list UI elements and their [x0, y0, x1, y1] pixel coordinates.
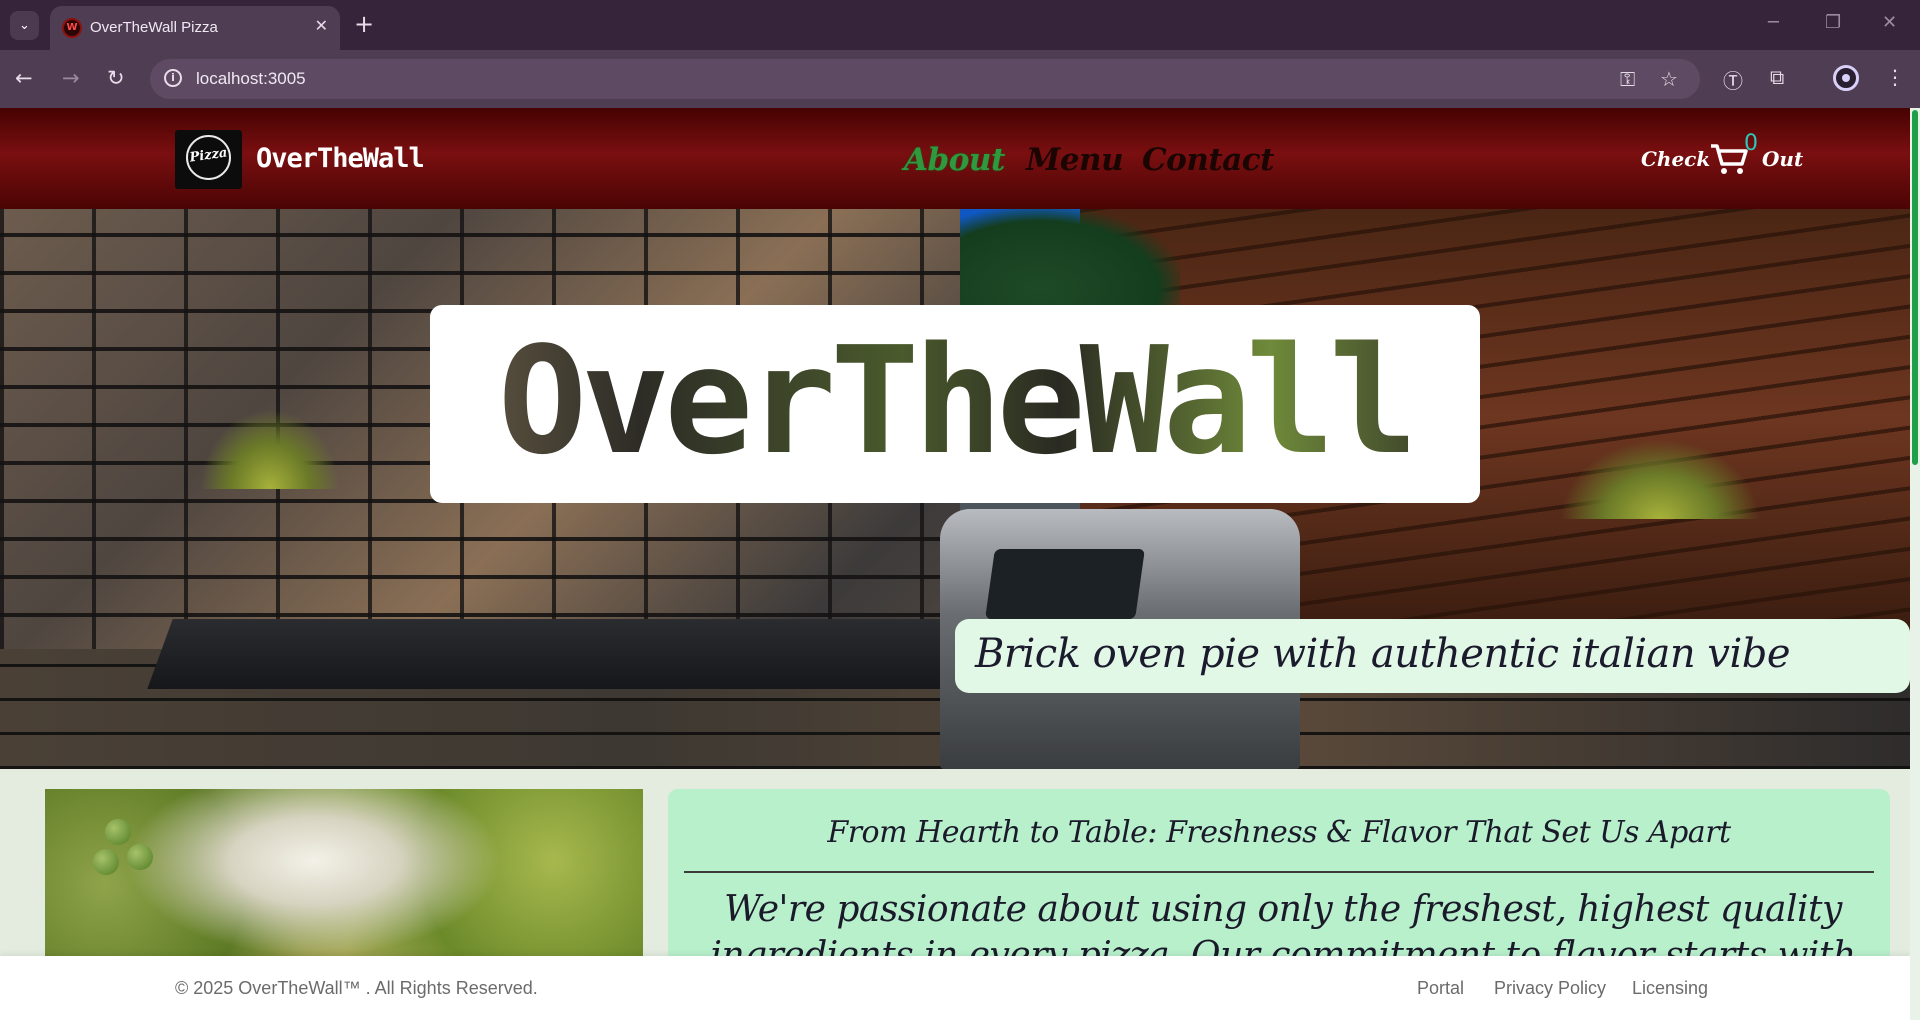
tomato-shape [105, 819, 131, 845]
hero-tagline: Brick oven pie with authentic italian vi… [975, 631, 1791, 677]
about-heading: From Hearth to Table: Freshness & Flavor… [827, 815, 1731, 850]
more-menu-icon[interactable]: ⋮ [1885, 65, 1905, 89]
restore-icon[interactable]: ❐ [1825, 12, 1841, 33]
footer-link-privacy-policy[interactable]: Privacy Policy [1494, 978, 1606, 999]
chevron-down-icon: ⌄ [19, 18, 30, 33]
hero-plant [200, 409, 340, 489]
site-favicon-icon: W [62, 18, 82, 38]
back-icon[interactable]: ← [15, 66, 33, 90]
about-divider [684, 871, 1874, 873]
browser-toolbar: ← → ↻ i localhost:3005 ⚿ ☆ Ⓣ ⧉ ⋮ [0, 50, 1920, 108]
password-key-icon[interactable]: ⚿ [1620, 67, 1635, 91]
extensions-puzzle-icon[interactable]: ⧉ [1770, 65, 1784, 89]
tab-title: OverTheWall Pizza [90, 19, 218, 36]
site-header: Pizza OverTheWall About Menu Contact Che… [0, 108, 1910, 209]
url-text[interactable]: localhost:3005 [196, 69, 306, 89]
site-footer: © 2025 OverTheWall™ . All Rights Reserve… [0, 956, 1910, 1020]
hero-title: OverTheWall [430, 315, 1480, 487]
tomato-shape [93, 849, 119, 875]
tab-search-button[interactable]: ⌄ [10, 11, 39, 40]
close-icon[interactable]: ✕ [315, 16, 328, 35]
checkout-label-out[interactable]: Out [1762, 147, 1803, 171]
footer-link-portal[interactable]: Portal [1417, 978, 1464, 999]
bookmark-star-icon[interactable]: ☆ [1660, 67, 1678, 91]
minimize-icon[interactable]: ─ [1768, 12, 1779, 33]
page-scrollbar[interactable] [1910, 108, 1920, 1020]
browser-tab-bar: ⌄ W OverTheWall Pizza ✕ + ─ ❐ ✕ [0, 0, 1920, 50]
hero-plant [1560, 439, 1760, 519]
cart-count-badge: 0 [1744, 131, 1758, 156]
nav-link-menu[interactable]: Menu [1026, 142, 1124, 178]
site-info-icon[interactable]: i [164, 69, 182, 87]
nav-link-about[interactable]: About [904, 142, 1005, 178]
shopping-cart-icon[interactable] [1709, 142, 1749, 176]
footer-link-licensing[interactable]: Licensing [1632, 978, 1708, 999]
scrollbar-thumb[interactable] [1912, 110, 1918, 465]
profile-avatar-icon[interactable] [1833, 65, 1859, 91]
tomato-shape [127, 844, 153, 870]
hero-section: OverTheWall Brick oven pie with authenti… [0, 209, 1910, 769]
hero-tagline-box: Brick oven pie with authentic italian vi… [955, 619, 1910, 693]
address-bar[interactable]: i localhost:3005 ⚿ ☆ [150, 59, 1700, 99]
grill-window [985, 549, 1145, 619]
extension-t-icon[interactable]: Ⓣ [1723, 65, 1743, 94]
nav-link-contact[interactable]: Contact [1142, 142, 1275, 178]
window-close-icon[interactable]: ✕ [1882, 12, 1897, 33]
site-logo[interactable]: Pizza [175, 130, 242, 189]
new-tab-button[interactable]: + [354, 10, 374, 38]
footer-copyright: © 2025 OverTheWall™ . All Rights Reserve… [175, 978, 538, 998]
brand-name[interactable]: OverTheWall [256, 143, 425, 174]
reload-icon[interactable]: ↻ [107, 66, 125, 90]
hero-title-box: OverTheWall [430, 305, 1480, 503]
checkout-label-check[interactable]: Check [1641, 147, 1710, 171]
forward-icon[interactable]: → [62, 66, 80, 90]
page-viewport: Pizza OverTheWall About Menu Contact Che… [0, 108, 1920, 1020]
browser-tab[interactable]: W OverTheWall Pizza ✕ [50, 6, 340, 50]
